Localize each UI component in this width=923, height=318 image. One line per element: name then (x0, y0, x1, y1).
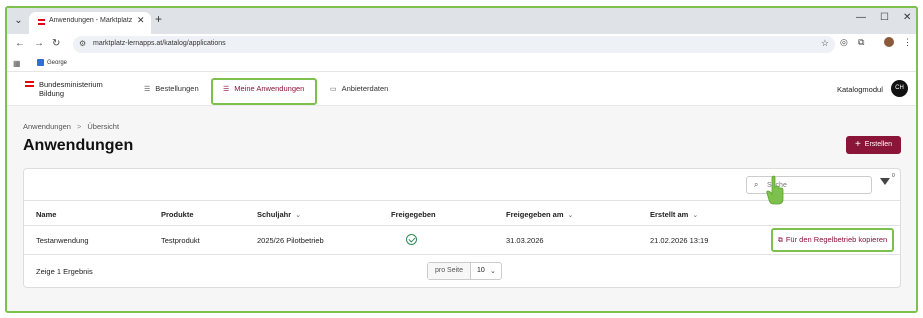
extensions-puzzle-icon[interactable]: ⧉ (858, 37, 864, 48)
column-label: Schuljahr (257, 210, 292, 219)
app-header: Bundesministerium Bildung ☰ Bestellungen … (7, 72, 916, 106)
chevron-down-icon: ⌄ (295, 212, 302, 219)
cell-name: Testanwendung (36, 236, 89, 245)
menu-kebab-icon[interactable]: ⋮ (903, 37, 912, 48)
browser-tabstrip: ⌄ Anwendungen - Marktplatz Lerr ✕ + — ☐ … (7, 8, 916, 34)
chevron-right-icon: > (76, 122, 82, 131)
nav-label: Bestellungen (155, 84, 199, 93)
filter-count-badge: 0 (892, 173, 895, 179)
column-header-schuljahr[interactable]: Schuljahr ⌄ (257, 210, 301, 219)
column-header-freigegeben: Freigegeben (391, 210, 436, 219)
list-icon: ☰ (144, 86, 151, 93)
tab-search-icon[interactable]: ⌄ (11, 13, 26, 28)
user-avatar[interactable]: CH (891, 80, 908, 97)
address-bar[interactable]: ⚙ marktplatz-lernapps.at/katalog/applica… (73, 36, 835, 53)
browser-toolbar: ← → ↻ ⚙ marktplatz-lernapps.at/katalog/a… (7, 34, 916, 56)
back-icon[interactable]: ← (15, 38, 25, 49)
screenshot-frame: ⌄ Anwendungen - Marktplatz Lerr ✕ + — ☐ … (5, 6, 918, 313)
logo-line1: Bundesministerium (39, 80, 103, 89)
breadcrumb-current: Übersicht (87, 122, 120, 131)
per-page-select[interactable]: pro Seite 10 ⌄ (427, 262, 502, 280)
window-close-icon[interactable]: ✕ (903, 12, 911, 23)
module-label: Katalogmodul (837, 85, 883, 94)
bookmark-star-icon[interactable]: ☆ (821, 38, 829, 49)
pointing-hand-icon (766, 175, 784, 205)
chevron-down-icon: ⌄ (490, 268, 496, 275)
result-count: Zeige 1 Ergebnis (36, 267, 93, 276)
briefcase-icon: ▭ (330, 86, 337, 93)
copy-icon: ⧉ (777, 237, 783, 244)
column-header-freigegeben-am[interactable]: Freigegeben am ⌄ (506, 210, 573, 219)
cell-schoolyear: 2025/26 Pilotbetrieb (257, 236, 324, 245)
check-circle-icon (406, 234, 417, 245)
column-header-name: Name (36, 210, 57, 219)
column-label: Freigegeben am (506, 210, 564, 219)
maximize-icon[interactable]: ☐ (880, 12, 889, 23)
nav-label: Anbieterdaten (341, 84, 389, 93)
cell-product: Testprodukt (161, 236, 200, 245)
minimize-icon[interactable]: — (856, 12, 866, 23)
new-tab-icon[interactable]: + (155, 12, 162, 26)
copy-to-regular-button[interactable]: ⧉ Für den Regelbetrieb kopieren (771, 228, 894, 252)
search-icon: ⌕ (754, 180, 759, 189)
apps-grid-icon[interactable]: ▦ (13, 59, 21, 68)
create-button[interactable]: + Erstellen (846, 136, 901, 154)
browser-tab[interactable]: Anwendungen - Marktplatz Lerr ✕ (29, 12, 151, 34)
site-info-icon[interactable]: ⚙ (79, 39, 86, 48)
highlight-annotation (211, 78, 317, 105)
column-label: Erstellt am (650, 210, 689, 219)
nav-item-bestellungen[interactable]: ☰ Bestellungen (144, 84, 199, 93)
close-icon[interactable]: ✕ (137, 15, 145, 26)
breadcrumb-parent[interactable]: Anwendungen (23, 122, 71, 131)
bookmark-item[interactable]: George (37, 59, 67, 66)
page-content: Anwendungen > Übersicht Anwendungen + Erste… (7, 106, 916, 311)
filter-icon[interactable] (880, 178, 890, 185)
extension-icon[interactable]: ◎ (840, 37, 848, 48)
table-footer: Zeige 1 Ergebnis pro Seite 10 ⌄ (24, 255, 900, 287)
reload-icon[interactable]: ↻ (52, 38, 60, 49)
table-row[interactable]: Testanwendung Testprodukt 2025/26 Pilotb… (24, 226, 900, 255)
plus-icon: + (854, 139, 861, 150)
austria-flag-icon (25, 81, 34, 87)
cell-released-on: 31.03.2026 (506, 236, 544, 245)
nav-item-anbieterdaten[interactable]: ▭ Anbieterdaten (330, 84, 388, 93)
chevron-down-icon: ⌄ (692, 212, 699, 219)
copy-label: Für den Regelbetrieb kopieren (785, 235, 888, 244)
site-favicon-icon (38, 19, 45, 26)
per-page-label: pro Seite (428, 263, 471, 279)
tab-title: Anwendungen - Marktplatz Lerr (49, 17, 133, 24)
chevron-down-icon: ⌄ (567, 212, 574, 219)
logo-line2: Bildung (39, 89, 65, 98)
breadcrumb: Anwendungen > Übersicht (23, 122, 119, 131)
bookmarks-bar: ▦ George (7, 56, 916, 72)
bookmark-label: George (47, 60, 68, 67)
page-title: Anwendungen (23, 137, 134, 154)
forward-icon[interactable]: → (34, 38, 44, 49)
bookmark-favicon-icon (37, 59, 44, 66)
create-label: Erstellen (864, 141, 893, 148)
cell-created-on: 21.02.2026 13:19 (650, 236, 709, 245)
per-page-value: 10 (477, 267, 485, 274)
column-header-produkte: Produkte (161, 210, 194, 219)
profile-avatar[interactable] (884, 37, 894, 47)
column-header-erstellt-am[interactable]: Erstellt am ⌄ (650, 210, 698, 219)
url-text: marktplatz-lernapps.at/katalog/applicati… (93, 40, 226, 47)
